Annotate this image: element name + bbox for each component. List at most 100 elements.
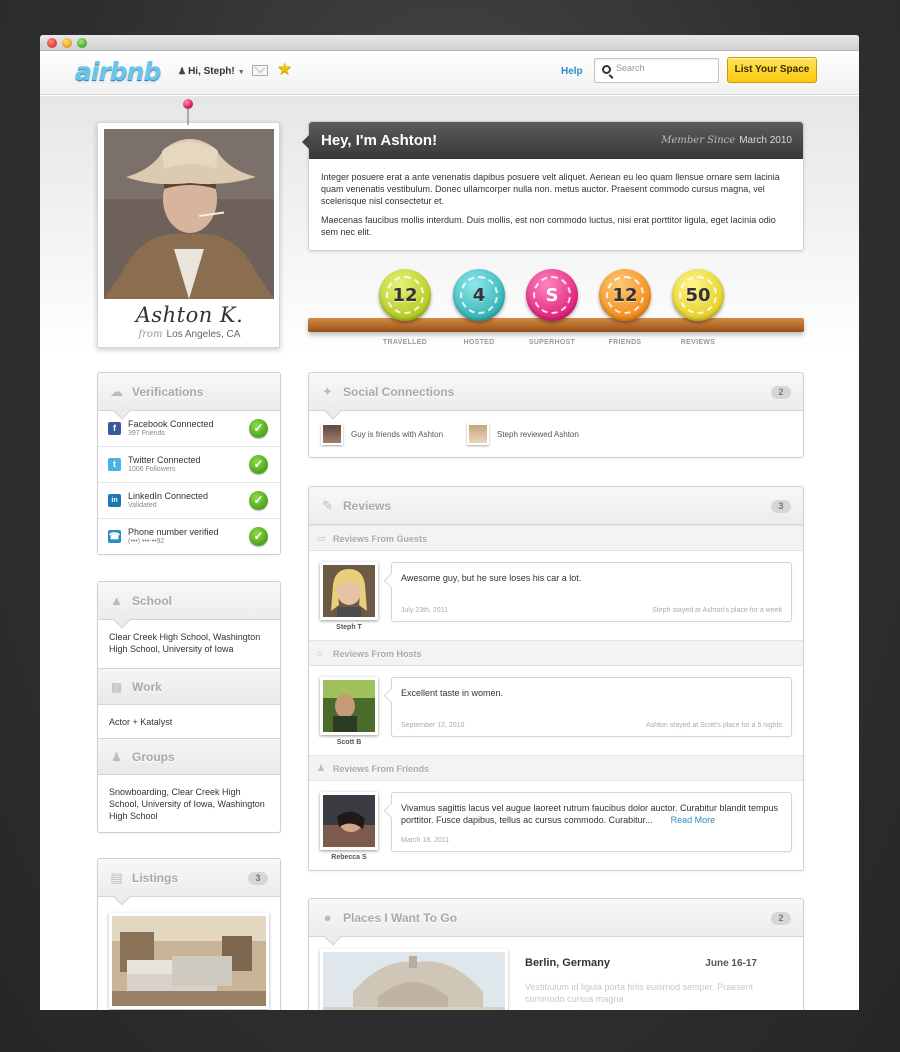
list-your-space-button[interactable]: List Your Space [727, 57, 817, 83]
minimize-window-button[interactable] [62, 38, 72, 48]
verification-title: Facebook Connected [128, 419, 214, 429]
review-date: September 12, 2010 [401, 722, 465, 729]
place-description: Vestibulum id ligula porta felis euismod… [525, 982, 754, 1004]
review-meta: Ashton stayed at Scott's place for a 5 n… [646, 722, 782, 729]
intro-paragraph: Maecenas faucibus mollis interdum. Duis … [321, 215, 776, 237]
hosted-badge-value: 4 [460, 276, 498, 314]
superhost-badge[interactable]: S [526, 269, 578, 321]
airbnb-logo[interactable]: airbnb [75, 57, 161, 86]
listings-count: 3 [248, 872, 268, 885]
reviewer-photo[interactable] [320, 792, 378, 850]
bed-icon: ▭ [317, 533, 326, 543]
verification-item: t Twitter Connected 1006 Followers ✓ [98, 447, 280, 483]
reviews-from-hosts-label: Reviews From Hosts [333, 649, 422, 659]
place-photo[interactable] [320, 949, 508, 1010]
reviews-title: Reviews [343, 499, 392, 513]
linkedin-icon: in [108, 494, 121, 507]
reviews-from-friends-header: ♟ Reviews From Friends [309, 755, 803, 781]
listing-photo[interactable] [109, 913, 269, 1009]
review-date: July 23th, 2011 [401, 607, 448, 614]
review-text: Excellent taste in women. [401, 688, 504, 698]
reviews-badge[interactable]: 50 [672, 269, 724, 321]
social-header: ✦ Social Connections 2 [309, 373, 803, 420]
intro-paragraph: Integer posuere erat a ante venenatis da… [321, 172, 780, 206]
maximize-window-button[interactable] [77, 38, 87, 48]
superhost-badge-label: SUPERHOST [528, 339, 576, 346]
cloud-icon: ☁ [110, 384, 123, 399]
place-city[interactable]: Berlin, Germany [525, 957, 610, 969]
verifications-title: Verifications [132, 385, 204, 399]
listings-header: ▤ Listings 3 [98, 859, 280, 906]
search-icon [602, 65, 611, 74]
review-text: Awesome guy, but he sure loses his car a… [401, 573, 582, 583]
intro-card: Hey, I'm Ashton! Member Since March 2010 … [302, 121, 804, 251]
listings-title: Listings [132, 871, 179, 885]
window-titlebar [40, 35, 859, 51]
member-since-label: Member Since [661, 135, 736, 146]
friend-avatar[interactable] [321, 423, 343, 445]
check-icon: ✓ [249, 455, 268, 474]
verifications-panel: ☁ Verifications f Facebook Connected 397… [97, 372, 281, 555]
travelled-badge-label: TRAVELLED [382, 339, 428, 346]
phone-icon: ☎ [108, 530, 121, 543]
reviews-panel: ✎ Reviews 3 ▭ Reviews From Guests Steph T… [308, 486, 804, 871]
search-input[interactable] [616, 63, 714, 73]
pushpin-icon [183, 99, 193, 109]
verification-title: Phone number verified [128, 527, 219, 537]
verification-item: ☎ Phone number verified (•••) •••-••92 ✓ [98, 519, 280, 555]
user-icon: ♟ [178, 66, 187, 76]
intro-arrow [302, 135, 309, 149]
help-link[interactable]: Help [561, 66, 583, 77]
review-bubble: Vivamus sagittis lacus vel augue laoreet… [391, 792, 792, 852]
review-item: Rebecca S Vivamus sagittis lacus vel aug… [309, 781, 803, 870]
graduation-cap-icon: ▲ [110, 593, 123, 608]
friend-avatar[interactable] [467, 423, 489, 445]
friends-badge[interactable]: 12 [599, 269, 651, 321]
work-text: Actor + Katalyst [109, 717, 173, 727]
intro-body: Integer posuere erat a ante venenatis da… [309, 159, 803, 238]
reviews-from-guests-header: ▭ Reviews From Guests [309, 525, 803, 551]
location-text: Los Angeles, CA [166, 329, 241, 340]
briefcase-icon: ▩ [110, 680, 123, 694]
reviews-from-hosts-header: ⌂ Reviews From Hosts [309, 640, 803, 666]
reviewer-photo[interactable] [320, 677, 378, 735]
search-box[interactable] [594, 58, 719, 83]
verification-sub: 1006 Followers [128, 466, 176, 473]
review-meta: Steph stayed at Ashton's place for a wee… [652, 607, 782, 614]
user-menu[interactable]: ♟ Hi, Steph! ▼ [178, 66, 245, 77]
friends-icon: ♟ [317, 763, 326, 773]
check-icon: ✓ [249, 491, 268, 510]
places-header: ● Places I Want To Go 2 [309, 899, 803, 946]
people-icon: ♟ [111, 750, 122, 764]
school-text: Clear Creek High School, Washington High… [109, 632, 261, 654]
reviews-from-friends-label: Reviews From Friends [333, 764, 430, 774]
groups-text: Snowboarding, Clear Creek High School, U… [109, 787, 265, 821]
header-arrow [113, 888, 131, 906]
superhost-badge-value: S [533, 276, 571, 314]
intro-header: Hey, I'm Ashton! Member Since March 2010 [309, 122, 803, 159]
reviewer-photo[interactable] [320, 562, 378, 620]
verification-item: f Facebook Connected 397 Friends ✓ [98, 411, 280, 447]
travelled-badge-value: 12 [386, 276, 424, 314]
groups-header: ♟ Groups [98, 738, 280, 775]
school-title: School [132, 594, 173, 608]
star-icon[interactable]: ★ [277, 59, 292, 79]
review-bubble: Excellent taste in women. September 12, … [391, 677, 792, 737]
facebook-icon: f [108, 422, 121, 435]
travelled-badge[interactable]: 12 [379, 269, 431, 321]
globe-icon: ● [323, 910, 332, 925]
social-connection-item: Guy is friends with Ashton [351, 430, 444, 439]
hosted-badge-label: HOSTED [463, 339, 495, 346]
review-item: Steph T Awesome guy, but he sure loses h… [309, 551, 803, 640]
mail-icon[interactable] [252, 65, 268, 76]
reviews-header: ✎ Reviews 3 [309, 487, 803, 525]
social-connection-item: Steph reviewed Ashton [497, 430, 579, 439]
reviewer-name: Scott B [336, 739, 362, 746]
twitter-icon: t [108, 458, 121, 471]
close-window-button[interactable] [47, 38, 57, 48]
work-header: ▩ Work [98, 668, 280, 705]
hosted-badge[interactable]: 4 [453, 269, 505, 321]
profile-page: Ashton K. from Los Angeles, CA Hey, I'm A… [40, 96, 859, 1010]
read-more-link[interactable]: Read More [671, 815, 716, 825]
reviewer-name: Steph T [336, 624, 362, 631]
